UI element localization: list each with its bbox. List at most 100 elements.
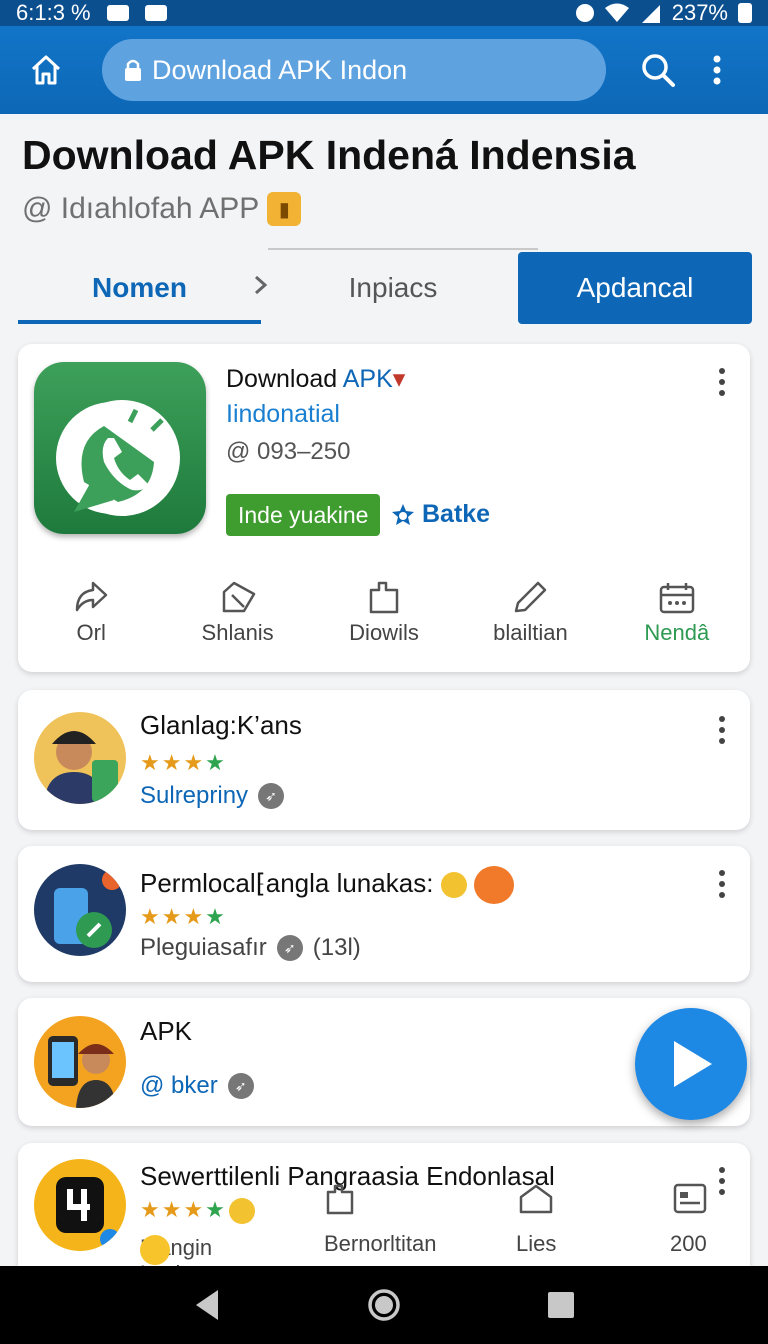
- subtitle-text: @ Idıahlofah APP: [22, 192, 260, 225]
- featured-badge[interactable]: Inde yuakine: [226, 494, 381, 536]
- list-item-title-text: Permlocal⁅angla lunakas:: [140, 867, 434, 898]
- search-button[interactable]: [630, 42, 686, 98]
- pin-icon: ➶: [258, 783, 285, 809]
- action-shlanis[interactable]: Shlanis: [164, 580, 310, 656]
- list-item-title: Glanlag:K’ans: [140, 710, 302, 740]
- tab-apdancal[interactable]: Apdancal: [518, 252, 752, 324]
- notification-icon: [106, 5, 129, 21]
- star-green: ★: [205, 750, 227, 775]
- featured-link[interactable]: Batke: [390, 500, 490, 529]
- app-badge-icon: ▮: [267, 192, 302, 226]
- home-button[interactable]: [18, 42, 74, 98]
- tab-inpiacs[interactable]: Inpiacs: [268, 252, 518, 324]
- wifi-icon: [604, 3, 629, 22]
- overflow-menu-button[interactable]: [702, 42, 732, 98]
- list-item-title: Permlocal⁅angla lunakas:: [140, 866, 514, 904]
- brush-icon: ▾: [392, 365, 406, 393]
- featured-app-card[interactable]: Download APK▾ Iindonatial @ 093–250 Inde…: [18, 344, 750, 672]
- featured-meta: @ 093–250: [226, 438, 351, 465]
- pin-icon: ➶: [276, 935, 303, 961]
- app-icon: [34, 362, 206, 534]
- list-item-stats: Mangin Lacia Bernorltitan Lies 200: [18, 1183, 750, 1286]
- more-vertical-icon[interactable]: [712, 712, 732, 748]
- list-item-meta-text: Sulrepriny: [140, 782, 249, 809]
- list-item-meta: Pleguiasafır ➶ (13l): [140, 934, 361, 962]
- list-item-meta: Sulrepriny ➶: [140, 782, 285, 810]
- tab-divider: [268, 248, 538, 250]
- pin-icon: ➶: [227, 1073, 254, 1099]
- star-green: ★: [205, 1197, 227, 1222]
- rating-stars: ★★★★: [140, 750, 227, 776]
- emoji-icon: [228, 1198, 255, 1225]
- list-item-meta: @ bker ➶: [140, 1072, 254, 1100]
- battery-icon: [738, 3, 752, 23]
- more-vertical-icon[interactable]: [712, 364, 732, 400]
- pencil-icon: [515, 581, 547, 613]
- page-title: Download APK Indená Indensia: [22, 132, 636, 178]
- play-icon: [674, 1041, 712, 1087]
- stat-col2: Bernorltitan: [324, 1231, 437, 1256]
- app-thumbnail: [34, 864, 126, 956]
- more-vertical-icon[interactable]: [712, 1163, 732, 1199]
- page-subtitle: @ Idıahlofah APP ▮: [22, 192, 302, 226]
- url-bar[interactable]: Download APK Indon: [102, 39, 606, 101]
- featured-title-text: Download: [226, 365, 343, 393]
- action-blailtian[interactable]: blailtian: [457, 580, 603, 656]
- stat-col4: 200: [670, 1231, 707, 1256]
- status-bar: 6:1:3 % 237%: [0, 0, 768, 26]
- action-label: Shlanis: [201, 620, 274, 645]
- action-diowils[interactable]: Diowils: [311, 580, 457, 656]
- list-item[interactable]: Sewerttilenli Pangraasia Endonlasal ★★★★…: [18, 1143, 750, 1286]
- flag-icon: [222, 581, 255, 613]
- list-item-meta-text: Pleguiasafır: [140, 934, 267, 961]
- gear-star-icon: [392, 503, 414, 525]
- list-item-meta-text: @ bker: [140, 1072, 218, 1099]
- featured-subtitle: Iindonatial: [226, 400, 340, 428]
- notification-icon: [144, 5, 167, 21]
- share-icon: [75, 581, 108, 612]
- tab-bar: Nomen Inpiacs Apdancal: [18, 248, 752, 324]
- calendar-icon: [672, 1181, 708, 1221]
- play-button[interactable]: [635, 1008, 747, 1120]
- app-thumbnail: [34, 1016, 126, 1108]
- system-nav-bar: [0, 1266, 768, 1344]
- coin-icon: [440, 872, 467, 898]
- clipboard-icon: [324, 1183, 356, 1221]
- app-thumbnail: [34, 712, 126, 804]
- search-icon: [642, 54, 675, 87]
- stat-col3: Lies: [516, 1231, 557, 1256]
- review-count: (13l): [312, 934, 361, 961]
- stars-filled: ★★★: [140, 904, 206, 929]
- more-vertical-icon[interactable]: [712, 866, 732, 902]
- list-item[interactable]: Permlocal⁅angla lunakas: ★★★★ Pleguiasaf…: [18, 846, 750, 982]
- recents-icon[interactable]: [546, 1290, 576, 1320]
- list-item-title: APK: [140, 1016, 193, 1046]
- alarm-icon: [575, 4, 594, 22]
- lock-icon: [125, 59, 141, 81]
- home-circle-icon[interactable]: [367, 1288, 401, 1322]
- tab-nomen[interactable]: Nomen: [18, 252, 261, 324]
- featured-title: Download APK▾: [226, 364, 405, 394]
- action-label: blailtian: [493, 620, 568, 645]
- home-icon: [31, 55, 61, 85]
- smiley-icon: [140, 1235, 170, 1265]
- monster-icon: [473, 866, 514, 904]
- stars-filled: ★★★: [140, 1197, 206, 1222]
- battery-percent: 237%: [671, 0, 728, 25]
- rating-stars: ★★★★: [140, 904, 227, 930]
- stars-filled: ★★★: [140, 750, 206, 775]
- signal-icon: [641, 5, 660, 23]
- action-orl[interactable]: Orl: [18, 580, 164, 656]
- action-nenda[interactable]: Nendâ: [604, 580, 750, 656]
- featured-title-highlight: APK: [342, 365, 393, 393]
- app-bar: Download APK Indon: [0, 26, 768, 114]
- list-item[interactable]: Glanlag:K’ans ★★★★ Sulrepriny ➶: [18, 690, 750, 830]
- action-label: Nendâ: [644, 620, 710, 645]
- clipboard-icon: [369, 581, 399, 614]
- calendar-icon: [659, 583, 695, 614]
- home-icon: [518, 1183, 554, 1221]
- url-text: Download APK Indon: [152, 54, 408, 85]
- back-icon[interactable]: [192, 1288, 222, 1322]
- rating-stars: ★★★★: [140, 1197, 255, 1225]
- more-vertical-icon: [713, 55, 721, 85]
